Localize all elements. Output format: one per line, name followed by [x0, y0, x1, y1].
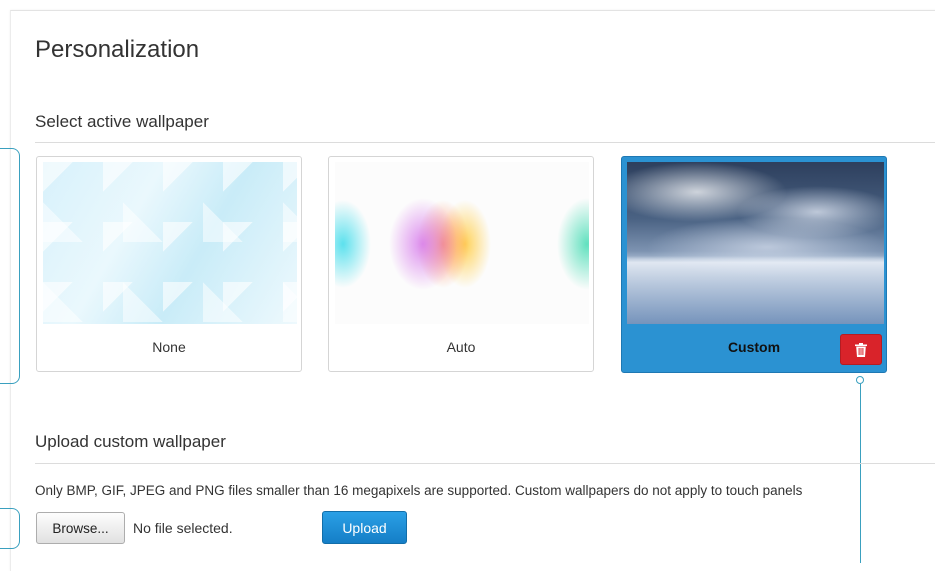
wallpaper-options-bracket [0, 148, 20, 384]
upload-button[interactable]: Upload [322, 511, 407, 544]
upload-section-divider [35, 463, 935, 464]
wallpaper-section-title: Select active wallpaper [35, 112, 209, 131]
wallpaper-auto-thumbnail [335, 162, 589, 324]
page-title: Personalization [35, 36, 200, 63]
wallpaper-none-label: None [152, 339, 186, 355]
wallpaper-custom-thumbnail [627, 162, 884, 324]
upload-info-text: Only BMP, GIF, JPEG and PNG files smalle… [35, 483, 803, 498]
callout-marker [856, 376, 864, 384]
wallpaper-option-auto[interactable]: Auto [328, 156, 594, 372]
delete-custom-wallpaper-button[interactable] [840, 334, 882, 365]
upload-controls-bracket [0, 508, 20, 549]
trash-icon [855, 342, 867, 357]
browse-button[interactable]: Browse... [36, 512, 125, 544]
upload-section-title: Upload custom wallpaper [35, 432, 226, 451]
wallpaper-option-custom[interactable]: Custom [621, 156, 887, 373]
callout-line [859, 384, 861, 563]
wallpaper-section-divider [35, 142, 935, 143]
wallpaper-auto-label: Auto [446, 339, 476, 355]
file-status-text: No file selected. [133, 520, 233, 536]
wallpaper-none-thumbnail [43, 162, 297, 324]
wallpaper-option-none[interactable]: None [36, 156, 302, 372]
